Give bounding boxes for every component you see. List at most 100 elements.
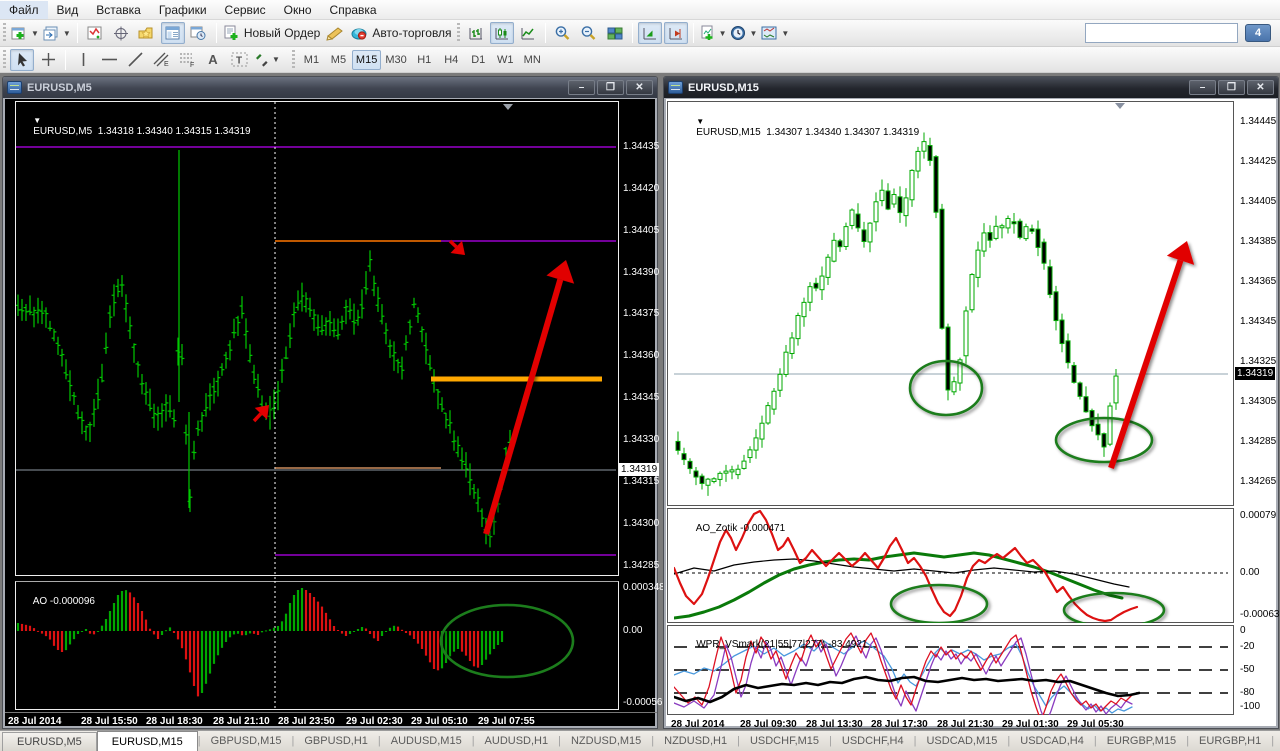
- chart-client-area[interactable]: ▼ EURUSD,M15 1.34307 1.34340 1.34307 1.3…: [666, 99, 1279, 730]
- timeframe-button-m1[interactable]: M1: [298, 50, 325, 70]
- current-price-badge: 1.34319: [619, 463, 660, 476]
- toolbar-grip[interactable]: [291, 49, 295, 70]
- notifications-badge[interactable]: 4: [1245, 24, 1271, 42]
- chart-tab-audusd-m15[interactable]: AUDUSD,M15: [381, 735, 472, 747]
- cursor-button[interactable]: [10, 48, 34, 71]
- scale-tick: 0.00: [623, 625, 643, 636]
- chart-tab-usdjpy-m15[interactable]: USDJPY,M15: [1274, 735, 1280, 747]
- trendline-button[interactable]: [123, 49, 147, 71]
- ao-indicator-pane-m5[interactable]: [16, 581, 618, 710]
- maximize-button[interactable]: ❐: [597, 80, 624, 95]
- chart-tab-usdcad-h4[interactable]: USDCAD,H4: [1010, 735, 1094, 747]
- window-titlebar[interactable]: EURUSD,M15 – ❐ ✕: [664, 77, 1278, 98]
- timeframe-button-m15[interactable]: M15: [351, 49, 382, 70]
- time-axis-label: 28 Jul 23:50: [278, 716, 335, 727]
- vertical-line-button[interactable]: [71, 49, 95, 71]
- chart-client-area[interactable]: ▼ EURUSD,M5 1.34318 1.34340 1.34315 1.34…: [5, 99, 668, 728]
- scale-tick: 1.34405: [1240, 196, 1277, 207]
- menu-item-вставка[interactable]: Вставка: [87, 1, 150, 19]
- new-order-button[interactable]: Новый Ордер: [222, 22, 321, 44]
- chart-tab-nzdusd-h1[interactable]: NZDUSD,H1: [654, 735, 737, 747]
- menu-item-сервис[interactable]: Сервис: [216, 1, 275, 19]
- timeframe-button-w1[interactable]: W1: [492, 50, 519, 70]
- menu-item-вид[interactable]: Вид: [48, 1, 88, 19]
- search-box[interactable]: [1085, 23, 1238, 43]
- chart-tab-eurusd-m5[interactable]: EURUSD,M5: [2, 731, 97, 751]
- chart-window-eurusd-m5[interactable]: EURUSD,M5 – ❐ ✕ ▼ EURUSD,M5 1.34318 1.34…: [2, 76, 668, 729]
- candlestick-chart-button[interactable]: [489, 22, 514, 44]
- search-input[interactable]: [1086, 27, 1236, 39]
- chart-window-eurusd-m15[interactable]: EURUSD,M15 – ❐ ✕ ▼ EURUSD,M15 1.34307 1.…: [663, 76, 1279, 730]
- new-chart-button[interactable]: ▼: [10, 22, 40, 44]
- price-chart-m15[interactable]: [674, 101, 1230, 506]
- bar-chart-button[interactable]: [464, 22, 488, 44]
- price-scale[interactable]: 1.34445 1.34425 1.34405 1.34385 1.34365 1.343…: [1236, 101, 1278, 506]
- crosshair-button[interactable]: [36, 49, 60, 71]
- scale-tick: 0.000348: [623, 582, 665, 593]
- timeframe-button-m30[interactable]: M30: [381, 50, 410, 70]
- data-window-button[interactable]: [109, 22, 133, 44]
- time-axis[interactable]: 28 Jul 2014 28 Jul 09:30 28 Jul 13:30 28 Ju…: [666, 716, 1278, 731]
- horizontal-line-button[interactable]: [97, 49, 121, 71]
- templates-button[interactable]: ▼: [760, 22, 790, 44]
- scale-tick: 1.34300: [623, 518, 660, 529]
- toolbar-grip[interactable]: [3, 23, 6, 43]
- profiles-button[interactable]: ▼: [42, 22, 72, 44]
- collapse-caret-icon[interactable]: ▼: [33, 116, 41, 125]
- timeframe-button-d1[interactable]: D1: [465, 50, 492, 70]
- menu-item-окно[interactable]: Окно: [275, 1, 321, 19]
- toolbar-grip[interactable]: [3, 49, 6, 70]
- chart-tab-usdchf-h4[interactable]: USDCHF,H4: [832, 735, 914, 747]
- arrows-tool-button[interactable]: ▼: [253, 49, 281, 71]
- equidistant-channel-button[interactable]: E: [149, 49, 173, 71]
- text-label-icon: T: [231, 52, 247, 67]
- auto-scroll-button[interactable]: [637, 22, 662, 44]
- chart-tab-gbpusd-h1[interactable]: GBPUSD,H1: [294, 735, 378, 747]
- timeframe-button-h4[interactable]: H4: [438, 50, 465, 70]
- navigator-button[interactable]: [135, 22, 159, 44]
- toolbar-grip[interactable]: [456, 23, 460, 43]
- text-button[interactable]: A: [201, 49, 225, 71]
- menu-item-файл[interactable]: Файл: [0, 0, 48, 19]
- chart-tab-nzdusd-m15[interactable]: NZDUSD,M15: [561, 735, 651, 747]
- price-scale[interactable]: 1.34435 1.34420 1.34405 1.34390 1.34375 1.343…: [621, 102, 659, 577]
- close-button[interactable]: ✕: [1247, 80, 1274, 95]
- minimize-button[interactable]: –: [1189, 80, 1216, 95]
- text-label-button[interactable]: T: [227, 49, 251, 71]
- chart-shift-button[interactable]: [663, 22, 688, 44]
- timeframe-button-h1[interactable]: H1: [411, 50, 438, 70]
- terminal-button[interactable]: [160, 22, 185, 44]
- timeframe-group: M1 M5 M15 M30 H1 H4 D1 W1 MN: [298, 49, 546, 70]
- metaeditor-button[interactable]: [323, 22, 347, 44]
- zoom-in-button[interactable]: [551, 22, 575, 44]
- strategy-tester-button[interactable]: [187, 22, 211, 44]
- maximize-button[interactable]: ❐: [1218, 80, 1245, 95]
- price-chart-m5[interactable]: [16, 102, 618, 579]
- chart-tab-eurusd-m15[interactable]: EURUSD,M15: [96, 730, 198, 751]
- timeframe-button-mn[interactable]: MN: [519, 50, 546, 70]
- periods-button[interactable]: ▼: [729, 22, 758, 44]
- indicators-button[interactable]: ▼: [699, 22, 728, 44]
- close-button[interactable]: ✕: [626, 80, 653, 95]
- menu-item-справка[interactable]: Справка: [321, 1, 386, 19]
- chart-tab-usdcad-m15[interactable]: USDCAD,M15: [916, 735, 1007, 747]
- autotrading-button[interactable]: Авто-торговля: [349, 22, 452, 44]
- fibonacci-button[interactable]: F: [175, 49, 199, 71]
- window-titlebar[interactable]: EURUSD,M5 – ❐ ✕: [3, 77, 657, 98]
- zoom-out-button[interactable]: [577, 22, 601, 44]
- chart-tab-eurgbp-m15[interactable]: EURGBP,M15: [1097, 735, 1187, 747]
- chart-tab-audusd-h1[interactable]: AUDUSD,H1: [475, 735, 559, 747]
- chart-tab-usdchf-m15[interactable]: USDCHF,M15: [740, 735, 829, 747]
- timeframe-button-m5[interactable]: M5: [325, 50, 352, 70]
- scale-tick: 0.00: [1240, 567, 1260, 578]
- minimize-button[interactable]: –: [568, 80, 595, 95]
- time-axis[interactable]: 28 Jul 2014 28 Jul 15:50 28 Jul 18:30 28 Ju…: [5, 712, 657, 728]
- chart-tab-gbpusd-m15[interactable]: GBPUSD,M15: [201, 735, 292, 747]
- collapse-caret-icon[interactable]: ▼: [696, 117, 704, 126]
- menu-item-графики[interactable]: Графики: [150, 1, 216, 19]
- chart-tab-eurgbp-h1[interactable]: EURGBP,H1: [1189, 735, 1271, 747]
- line-chart-button[interactable]: [516, 22, 540, 44]
- tile-windows-button[interactable]: [603, 22, 627, 44]
- market-watch-button[interactable]: [83, 22, 107, 44]
- scale-tick: 1.34375: [623, 308, 660, 319]
